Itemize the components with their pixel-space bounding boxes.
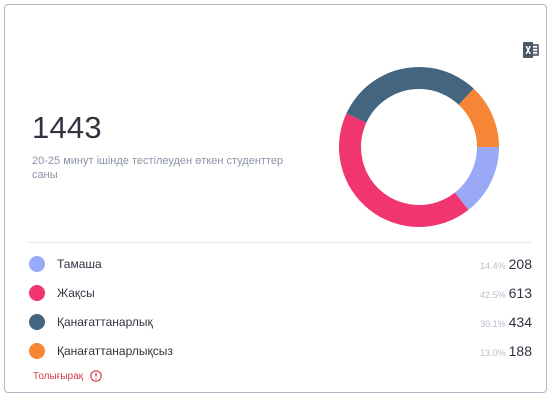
legend-label-satisfactory: Қанағаттанарлық: [57, 314, 153, 329]
legend-dot-satisfactory: [29, 313, 45, 330]
legend-percent-good: 42.5%: [480, 289, 506, 300]
legend-values-unsatisfactory: 13.0% 188: [480, 343, 532, 359]
legend-values-excellent: 14.4% 208: [480, 256, 532, 272]
results-donut-chart: [338, 66, 500, 228]
legend-label-unsatisfactory: Қанағаттанарлықсыз: [57, 343, 173, 358]
legend-dot-good: [29, 284, 45, 301]
details-label: Толығырақ: [33, 370, 84, 382]
legend-percent-excellent: 14.4%: [480, 260, 506, 271]
legend-row-unsatisfactory: Қанағаттанарлықсыз 13.0% 188: [27, 336, 532, 365]
legend-count-unsatisfactory: 188: [508, 342, 532, 359]
donut-segment-excellent: [454, 147, 499, 210]
legend-values-good: 42.5% 613: [480, 285, 532, 301]
legend-row-good: Жақсы 42.5% 613: [27, 278, 532, 307]
details-link[interactable]: Толығырақ: [33, 370, 102, 382]
results-legend: Тамаша 14.4% 208 Жақсы 42.5% 613 Қанағат…: [27, 249, 532, 365]
legend-count-good: 613: [508, 284, 532, 301]
legend-values-satisfactory: 30.1% 434: [480, 314, 532, 330]
legend-percent-unsatisfactory: 13.0%: [480, 347, 506, 358]
donut-segment-good: [339, 113, 469, 228]
info-icon[interactable]: [90, 370, 102, 382]
donut-segment-satisfactory: [346, 67, 474, 123]
legend-count-excellent: 208: [508, 255, 532, 272]
legend-dot-excellent: [29, 255, 45, 272]
legend-dot-unsatisfactory: [29, 342, 45, 359]
total-students-subtitle: 20-25 минут ішінде тестілеуден өткен сту…: [32, 155, 284, 181]
stats-card: 1443 20-25 минут ішінде тестілеуден өтке…: [4, 4, 547, 393]
divider: [27, 242, 532, 243]
legend-count-satisfactory: 434: [508, 313, 532, 330]
legend-row-satisfactory: Қанағаттанарлық 30.1% 434: [27, 307, 532, 336]
legend-label-excellent: Тамаша: [57, 256, 102, 271]
legend-row-excellent: Тамаша 14.4% 208: [27, 249, 532, 278]
total-students-count: 1443: [32, 110, 102, 145]
legend-percent-satisfactory: 30.1%: [480, 318, 506, 329]
legend-label-good: Жақсы: [57, 285, 95, 300]
excel-export-icon[interactable]: [522, 41, 540, 59]
